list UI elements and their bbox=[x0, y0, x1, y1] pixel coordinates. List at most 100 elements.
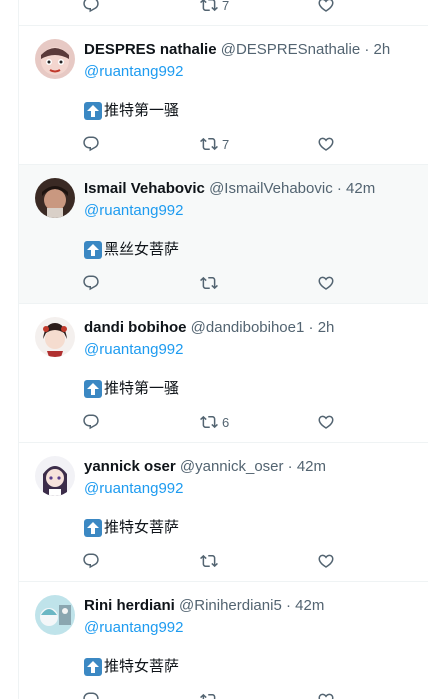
heart-icon bbox=[318, 137, 334, 151]
tweet-text-content: 推特第一骚 bbox=[104, 102, 180, 119]
display-name[interactable]: dandi bobihoe bbox=[84, 319, 187, 336]
tweet-text-content: 推特女菩萨 bbox=[104, 519, 180, 536]
tweet-text-content: 黑丝女菩萨 bbox=[104, 241, 180, 258]
display-name[interactable]: Rini herdiani bbox=[84, 597, 175, 614]
separator-dot: · bbox=[287, 458, 293, 475]
heart-icon bbox=[318, 0, 334, 12]
tweet[interactable]: yannick oser @yannick_oser · 42m @ruanta… bbox=[19, 443, 428, 582]
timestamp[interactable]: 42m bbox=[297, 458, 326, 475]
heart-icon bbox=[318, 276, 334, 290]
up-arrow-emoji-icon bbox=[84, 102, 102, 120]
up-arrow-emoji-icon bbox=[84, 658, 102, 676]
retweet-icon bbox=[200, 693, 216, 699]
tweet[interactable]: Rini herdiani @Riniherdiani5 · 42m @ruan… bbox=[19, 582, 428, 699]
reply-to-link[interactable]: @ruantang992 bbox=[84, 340, 183, 360]
timestamp[interactable]: 42m bbox=[346, 180, 375, 197]
heart-icon bbox=[318, 415, 334, 429]
reply-to-link[interactable]: @ruantang992 bbox=[84, 62, 183, 82]
tweet-text-content: 推特第一骚 bbox=[104, 380, 180, 397]
display-name[interactable]: Ismail Vehabovic bbox=[84, 180, 205, 197]
tweet-text: 推特女菩萨 bbox=[84, 657, 179, 677]
separator-dot: · bbox=[285, 597, 291, 614]
reply-icon bbox=[83, 275, 99, 291]
reply-to-link[interactable]: @ruantang992 bbox=[84, 618, 183, 638]
like-button[interactable] bbox=[317, 690, 335, 699]
retweet-count: 7 bbox=[222, 136, 230, 152]
avatar[interactable] bbox=[35, 595, 75, 635]
display-name[interactable]: DESPRES nathalie bbox=[84, 41, 217, 58]
like-button[interactable] bbox=[317, 412, 335, 432]
avatar[interactable] bbox=[35, 39, 75, 79]
separator-dot: · bbox=[364, 41, 370, 58]
user-handle[interactable]: @IsmailVehabovic bbox=[209, 180, 333, 197]
retweet-icon bbox=[200, 276, 218, 290]
tweet-header: Rini herdiani @Riniherdiani5 · 42m bbox=[84, 596, 417, 616]
tweet-header: dandi bobihoe @dandibobihoe1 · 2h bbox=[84, 318, 417, 338]
reply-button[interactable] bbox=[82, 0, 100, 15]
avatar[interactable] bbox=[35, 456, 75, 496]
retweet-button[interactable] bbox=[200, 690, 222, 699]
tweet-actions: 6 bbox=[82, 412, 352, 432]
tweet-text: 黑丝女菩萨 bbox=[84, 240, 179, 260]
retweet-icon bbox=[200, 0, 218, 12]
retweet-icon bbox=[200, 415, 218, 429]
retweet-button[interactable]: 6 bbox=[200, 412, 229, 432]
retweet-button[interactable] bbox=[200, 273, 222, 293]
reply-icon bbox=[83, 692, 99, 699]
tweet-header: DESPRES nathalie @DESPRESnathalie · 2h bbox=[84, 40, 417, 60]
separator-dot: · bbox=[336, 180, 342, 197]
user-handle[interactable]: @dandibobihoe1 bbox=[191, 319, 305, 336]
tweet-partial[interactable]: 7 bbox=[19, 0, 428, 26]
tweet[interactable]: dandi bobihoe @dandibobihoe1 · 2h @ruant… bbox=[19, 304, 428, 443]
tweet-text-content: 推特女菩萨 bbox=[104, 658, 180, 675]
like-button[interactable] bbox=[317, 0, 335, 15]
timeline: 7 DESPRES nathalie @DESPRESnathalie · 2h… bbox=[18, 0, 428, 699]
tweet-actions bbox=[82, 273, 352, 293]
tweet-actions: 7 bbox=[82, 134, 352, 154]
tweet-actions bbox=[82, 690, 352, 699]
heart-icon bbox=[318, 693, 334, 699]
tweet[interactable]: Ismail Vehabovic @IsmailVehabovic · 42m … bbox=[19, 165, 428, 304]
like-button[interactable] bbox=[317, 273, 335, 293]
like-button[interactable] bbox=[317, 551, 335, 571]
reply-to-link[interactable]: @ruantang992 bbox=[84, 201, 183, 221]
user-handle[interactable]: @Riniherdiani5 bbox=[179, 597, 282, 614]
reply-icon bbox=[83, 553, 99, 569]
reply-button[interactable] bbox=[82, 412, 100, 432]
up-arrow-emoji-icon bbox=[84, 519, 102, 537]
avatar[interactable] bbox=[35, 178, 75, 218]
tweet-text: 推特女菩萨 bbox=[84, 518, 179, 538]
reply-icon bbox=[83, 136, 99, 152]
retweet-icon bbox=[200, 554, 218, 568]
user-handle[interactable]: @yannick_oser bbox=[180, 458, 284, 475]
user-handle[interactable]: @DESPRESnathalie bbox=[221, 41, 360, 58]
tweet[interactable]: DESPRES nathalie @DESPRESnathalie · 2h @… bbox=[19, 26, 428, 165]
tweet-actions: 7 bbox=[82, 0, 352, 15]
reply-icon bbox=[83, 0, 99, 13]
display-name[interactable]: yannick oser bbox=[84, 458, 176, 475]
reply-button[interactable] bbox=[82, 551, 100, 571]
retweet-icon bbox=[200, 137, 218, 151]
timestamp[interactable]: 2h bbox=[374, 41, 391, 58]
retweet-button[interactable] bbox=[200, 551, 222, 571]
separator-dot: · bbox=[308, 319, 314, 336]
avatar[interactable] bbox=[35, 317, 75, 357]
tweet-text: 推特第一骚 bbox=[84, 101, 179, 121]
retweet-count: 7 bbox=[222, 0, 230, 13]
tweet-header: yannick oser @yannick_oser · 42m bbox=[84, 457, 417, 477]
reply-to-link[interactable]: @ruantang992 bbox=[84, 479, 183, 499]
reply-button[interactable] bbox=[82, 273, 100, 293]
reply-icon bbox=[83, 414, 99, 430]
timestamp[interactable]: 42m bbox=[295, 597, 324, 614]
up-arrow-emoji-icon bbox=[84, 380, 102, 398]
timestamp[interactable]: 2h bbox=[318, 319, 335, 336]
tweet-actions bbox=[82, 551, 352, 571]
retweet-button[interactable]: 7 bbox=[200, 134, 229, 154]
like-button[interactable] bbox=[317, 134, 335, 154]
tweet-header: Ismail Vehabovic @IsmailVehabovic · 42m bbox=[84, 179, 417, 199]
retweet-button[interactable]: 7 bbox=[200, 0, 229, 15]
reply-button[interactable] bbox=[82, 134, 100, 154]
reply-button[interactable] bbox=[82, 690, 100, 699]
up-arrow-emoji-icon bbox=[84, 241, 102, 259]
heart-icon bbox=[318, 554, 334, 568]
